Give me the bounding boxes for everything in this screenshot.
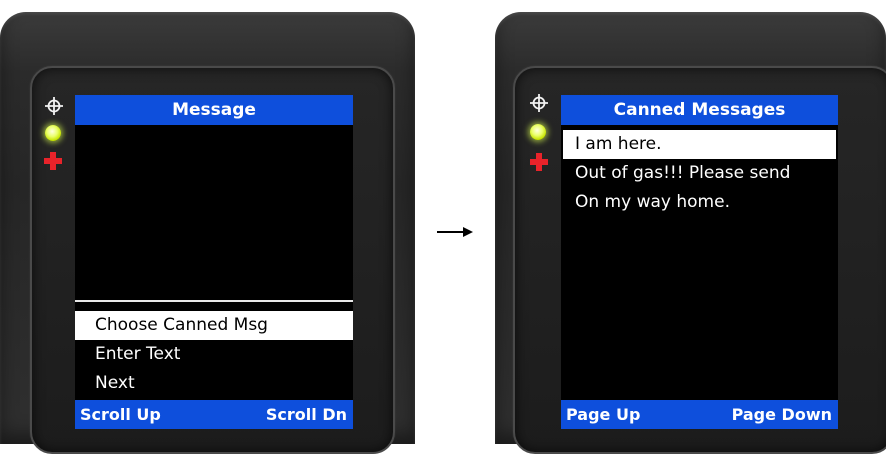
softkey-page-up[interactable]: Page Up — [566, 405, 640, 424]
yellow-led-indicator — [45, 125, 61, 141]
screen-title: Message — [75, 95, 353, 125]
screen-title: Canned Messages — [561, 95, 838, 125]
yellow-led-indicator — [530, 124, 546, 140]
message-menu: Choose Canned Msg Enter Text Next — [75, 311, 353, 398]
list-item-message[interactable]: Out of gas!!! Please send — [561, 159, 838, 188]
canned-messages-screen: Canned Messages I am here. Out of gas!!!… — [561, 95, 838, 429]
message-screen: Message Choose Canned Msg Enter Text Nex… — [75, 95, 353, 429]
softkey-page-down[interactable]: Page Down — [732, 405, 832, 424]
canned-message-list: I am here. Out of gas!!! Please send On … — [561, 130, 838, 217]
list-item-message[interactable]: On my way home. — [561, 188, 838, 217]
target-icon — [45, 97, 63, 115]
divider — [75, 300, 353, 302]
softkey-bar: Scroll Up Scroll Dn — [75, 400, 353, 429]
menu-item-next[interactable]: Next — [75, 369, 353, 398]
right-arrow-icon — [437, 227, 473, 237]
red-plus-icon — [530, 153, 548, 171]
list-item-message[interactable]: I am here. — [563, 130, 836, 159]
menu-item-enter-text[interactable]: Enter Text — [75, 340, 353, 369]
softkey-scroll-up[interactable]: Scroll Up — [80, 405, 161, 424]
menu-item-choose-canned[interactable]: Choose Canned Msg — [75, 311, 353, 340]
softkey-scroll-down[interactable]: Scroll Dn — [266, 405, 347, 424]
red-plus-icon — [44, 152, 62, 170]
target-icon — [530, 94, 548, 112]
softkey-bar: Page Up Page Down — [561, 400, 838, 429]
